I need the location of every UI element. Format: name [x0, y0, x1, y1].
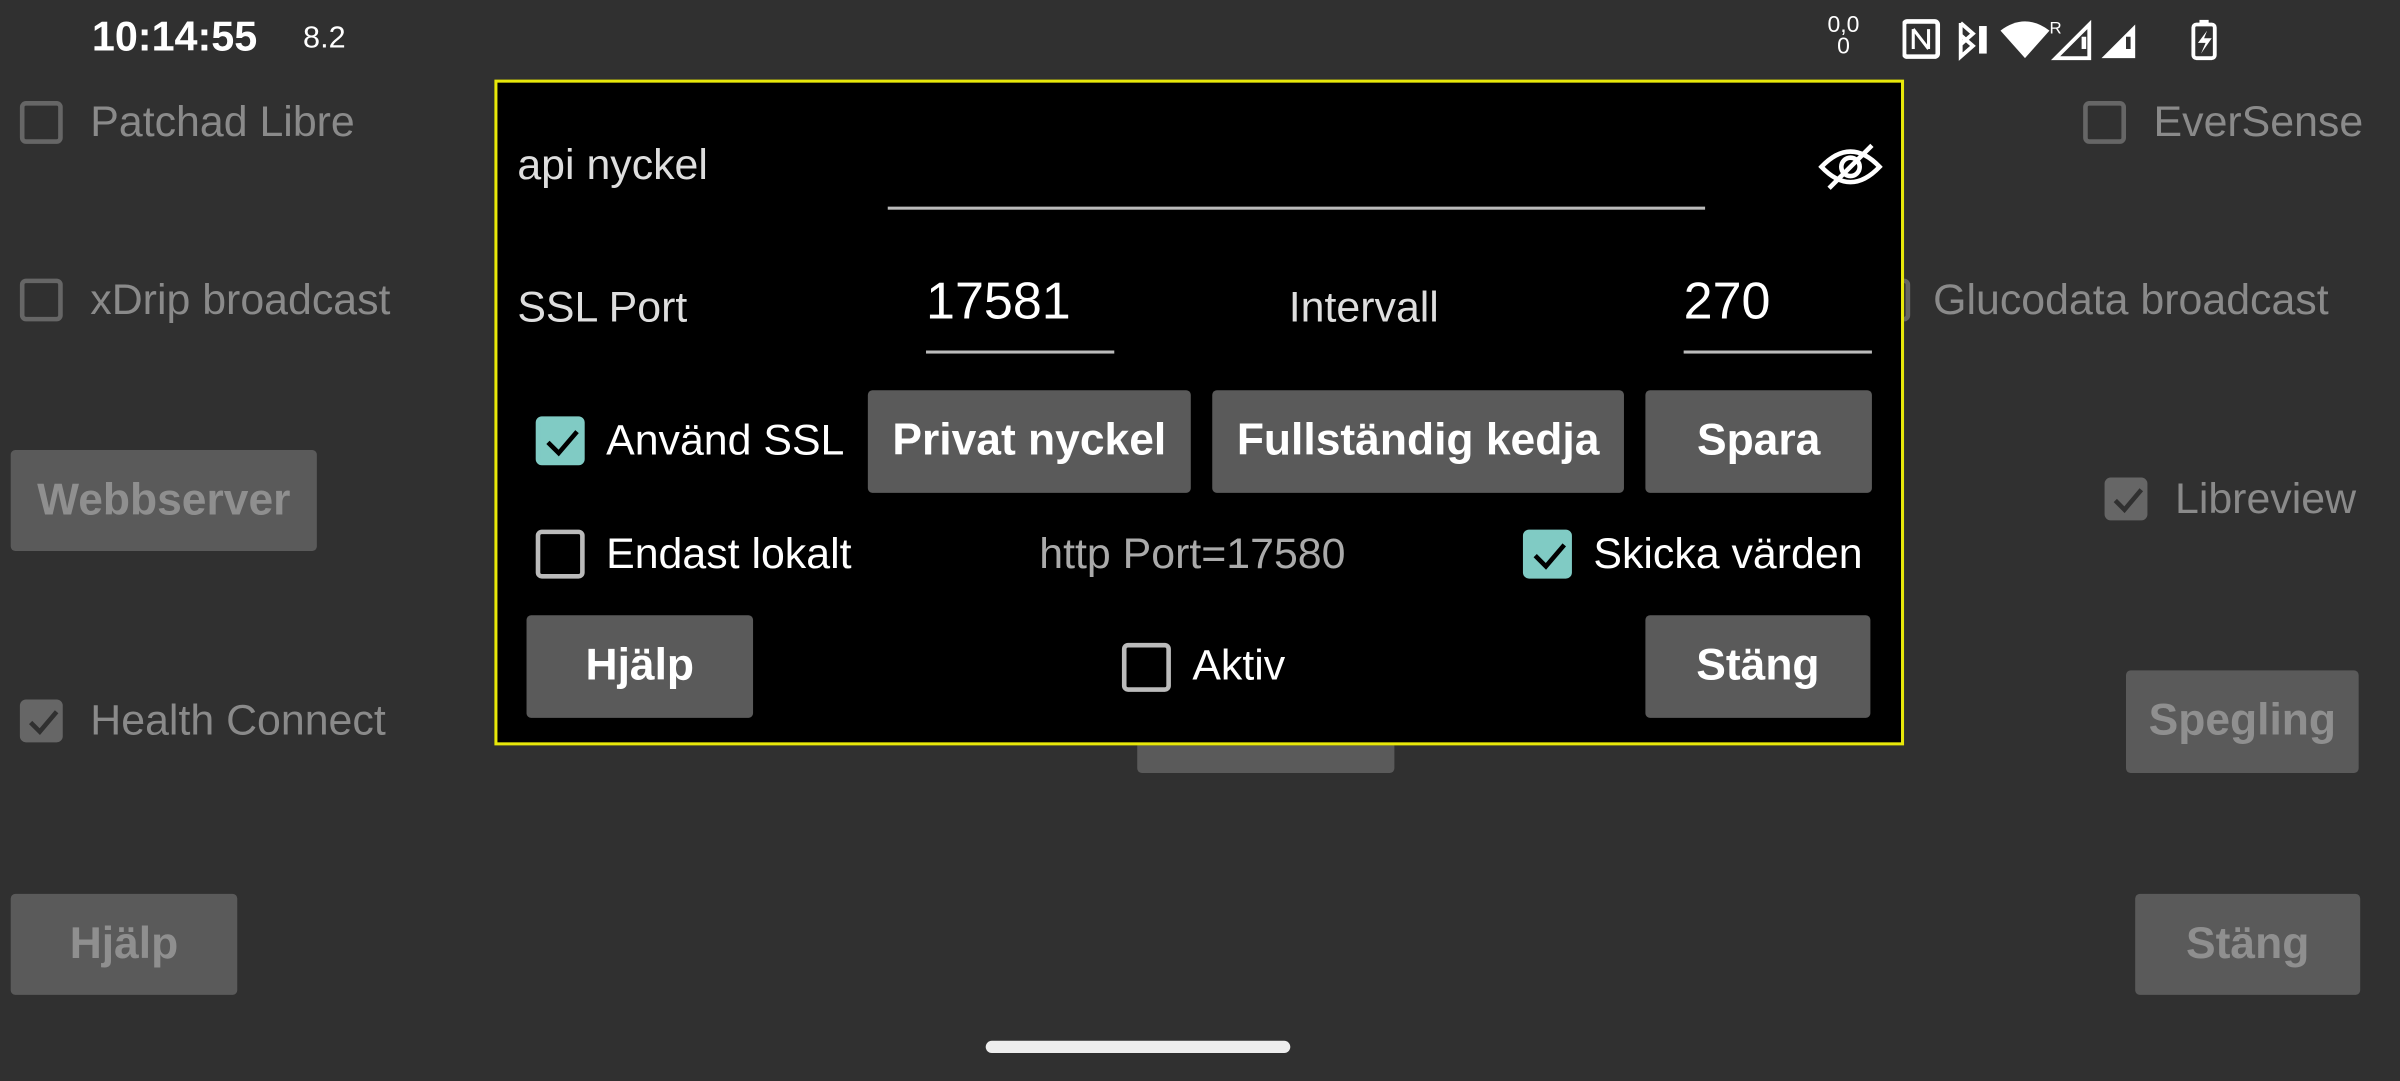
send-values-checkbox[interactable]: [1522, 529, 1572, 579]
help-button[interactable]: Hjälp: [526, 615, 754, 718]
home-indicator[interactable]: [985, 1040, 1291, 1054]
active-checkbox[interactable]: [1121, 642, 1171, 692]
status-time: 10:14:55: [91, 13, 258, 60]
eversense-label: EverSense: [2153, 97, 2364, 146]
help-button-bg[interactable]: Hjälp: [10, 893, 238, 995]
close-button-bg[interactable]: Stäng: [2135, 893, 2361, 995]
ssl-port-underline: [926, 350, 1115, 354]
network-speed: 0,0 0: [1827, 12, 1860, 60]
interval-underline: [1683, 350, 1872, 354]
mirror-button[interactable]: Spegling: [2126, 670, 2359, 773]
status-icons: R: [1901, 18, 2227, 61]
local-only-label: Endast lokalt: [606, 529, 852, 578]
wifi-icon: [2000, 21, 2050, 59]
api-key-underline: [887, 206, 1706, 210]
eversense-checkbox[interactable]: [2083, 101, 2127, 144]
eye-off-icon[interactable]: [1817, 141, 1884, 193]
signal-icon: [2101, 24, 2136, 59]
signal-roaming-icon: R: [2049, 19, 2092, 61]
http-port-text: http Port=17580: [1039, 529, 1346, 578]
ssl-port-input[interactable]: 17581: [926, 272, 1071, 332]
api-key-label: api nyckel: [517, 140, 708, 189]
battery-charging-icon: [2191, 19, 2217, 61]
status-extra: 8.2: [303, 21, 346, 56]
xdrip-broadcast-checkbox[interactable]: [19, 278, 63, 322]
libreview-checkbox[interactable]: [2104, 477, 2148, 521]
xdrip-broadcast-label: xDrip broadcast: [90, 275, 391, 323]
full-chain-button[interactable]: Fullständig kedja: [1212, 390, 1624, 493]
interval-label: Intervall: [1288, 283, 1439, 331]
patchad-libre-checkbox[interactable]: [19, 101, 63, 144]
glucodata-broadcast-label: Glucodata broadcast: [1933, 275, 2329, 323]
use-ssl-checkbox[interactable]: [535, 416, 585, 466]
close-button[interactable]: Stäng: [1645, 615, 1871, 718]
bluetooth-icon: [1958, 21, 1987, 61]
check-icon: [546, 430, 579, 457]
interval-input[interactable]: 270: [1684, 272, 1771, 332]
check-icon: [28, 710, 59, 736]
health-connect-label: Health Connect: [90, 696, 386, 744]
ssl-port-label: SSL Port: [517, 283, 688, 331]
svg-text:R: R: [2049, 19, 2061, 38]
webserver-button[interactable]: Webbserver: [10, 449, 317, 552]
save-button[interactable]: Spara: [1645, 390, 1872, 493]
patchad-libre-label: Patchad Libre: [90, 97, 355, 146]
local-only-checkbox[interactable]: [535, 529, 585, 579]
check-icon: [1533, 543, 1567, 570]
active-label: Aktiv: [1192, 641, 1286, 689]
send-values-label: Skicka värden: [1593, 529, 1863, 578]
check-icon: [2113, 488, 2144, 514]
webserver-dialog: api nyckel SSL Port 17581 Intervall 270 …: [494, 79, 1905, 746]
nfc-icon: [1901, 19, 1941, 59]
health-connect-checkbox[interactable]: [19, 699, 63, 743]
use-ssl-label: Använd SSL: [606, 416, 845, 464]
libreview-label: Libreview: [2174, 474, 2357, 522]
private-key-button[interactable]: Privat nyckel: [867, 390, 1191, 493]
api-key-input[interactable]: [887, 143, 1712, 209]
